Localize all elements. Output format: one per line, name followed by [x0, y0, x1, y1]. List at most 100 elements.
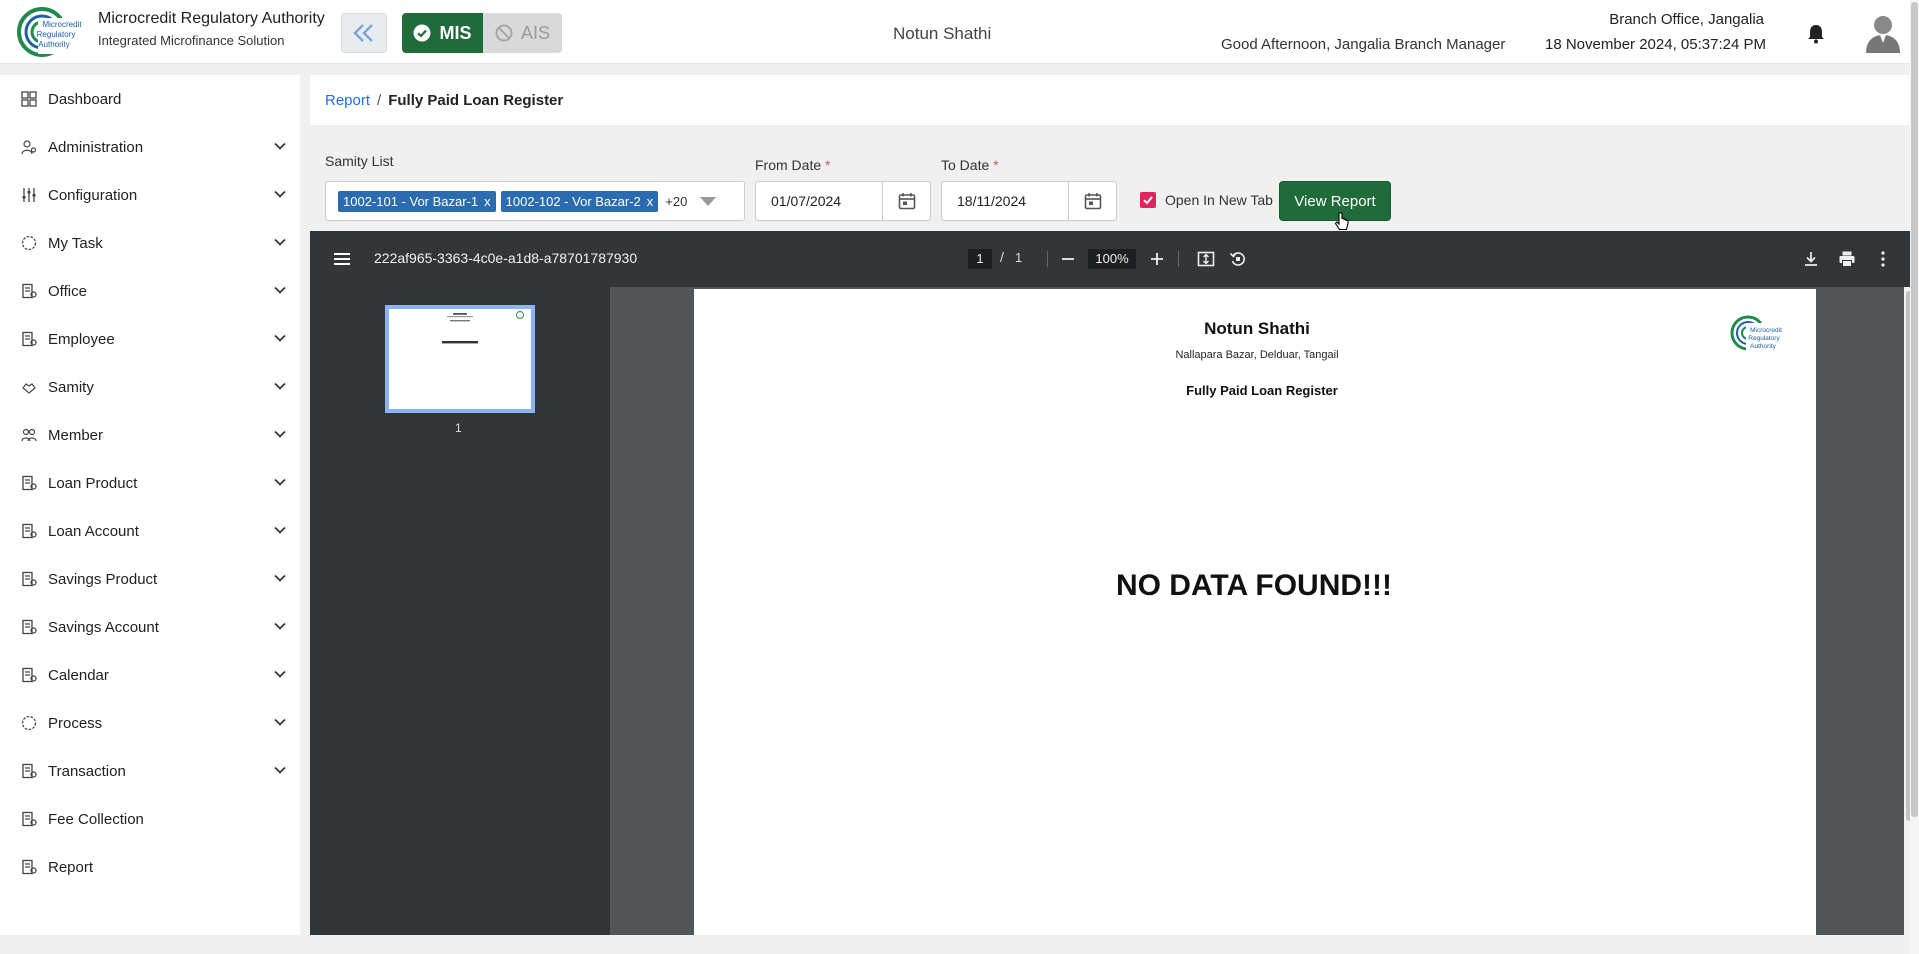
- sidebar-item-label: Calendar: [48, 666, 109, 684]
- dashboard-icon: [20, 90, 38, 108]
- to-date-value[interactable]: 18/11/2024: [942, 193, 1068, 209]
- required-mark: *: [993, 157, 999, 173]
- document-organization: Notun Shathi: [1204, 319, 1310, 338]
- chip-remove-icon[interactable]: x: [647, 194, 654, 209]
- from-date-value[interactable]: 01/07/2024: [756, 193, 882, 209]
- zoom-out-button[interactable]: [1057, 248, 1079, 270]
- fit-page-button[interactable]: [1195, 248, 1217, 270]
- page-scrollbar-thumb[interactable]: [1911, 2, 1918, 817]
- chevron-down-icon[interactable]: [274, 382, 286, 390]
- chevron-down-icon[interactable]: [274, 670, 286, 678]
- svg-text:Regulatory: Regulatory: [37, 30, 76, 39]
- sidebar-item-savings-product[interactable]: Savings Product: [0, 555, 300, 603]
- report-icon: [20, 858, 38, 876]
- chevron-down-icon[interactable]: [274, 478, 286, 486]
- sidebar-item-label: Samity: [48, 378, 94, 396]
- chevron-down-icon[interactable]: [274, 142, 286, 150]
- sidebar-item-label: Fee Collection: [48, 810, 144, 828]
- sidebar-item-office[interactable]: Office: [0, 267, 300, 315]
- rotate-icon: [1229, 252, 1245, 266]
- sidebar-item-label: Office: [48, 282, 87, 300]
- chevron-down-icon[interactable]: [274, 190, 286, 198]
- download-button[interactable]: [1800, 248, 1822, 270]
- chevron-down-icon[interactable]: [274, 334, 286, 342]
- chevron-down-icon[interactable]: [274, 526, 286, 534]
- open-in-new-tab-checkbox[interactable]: [1140, 192, 1156, 208]
- sidebar-item-employee[interactable]: Employee: [0, 315, 300, 363]
- from-date-field[interactable]: 01/07/2024: [755, 181, 931, 221]
- zoom-in-button[interactable]: [1146, 248, 1168, 270]
- chevron-down-icon[interactable]: [274, 238, 286, 246]
- loan-product-icon: [20, 474, 38, 492]
- sidebar-item-member[interactable]: Member: [0, 411, 300, 459]
- sidebar-item-configuration[interactable]: Configuration: [0, 171, 300, 219]
- sidebar-item-report[interactable]: Report: [0, 843, 300, 891]
- menu-icon[interactable]: [332, 249, 352, 269]
- sidebar-item-calendar[interactable]: Calendar: [0, 651, 300, 699]
- page-separator: /: [1000, 249, 1004, 265]
- open-in-new-tab-option[interactable]: Open In New Tab: [1140, 192, 1273, 208]
- pdf-file-name: 222af965-3363-4c0e-a1d8-a78701787930: [374, 250, 638, 266]
- calendar-icon: [1084, 193, 1101, 210]
- mis-toggle-button[interactable]: MIS: [402, 13, 483, 53]
- ais-toggle-button[interactable]: AIS: [483, 13, 562, 53]
- from-date-label: From Date *: [755, 157, 830, 173]
- page-scrollbar[interactable]: [1910, 0, 1919, 954]
- to-date-label: To Date *: [941, 157, 999, 173]
- sidebar-item-dashboard[interactable]: Dashboard: [0, 75, 300, 123]
- sidebar-item-label: Member: [48, 426, 104, 444]
- configuration-icon: [20, 186, 38, 204]
- page-number-input[interactable]: 1: [968, 249, 992, 269]
- brand-subtitle: Integrated Microfinance Solution: [98, 33, 285, 48]
- download-icon: [1805, 252, 1817, 266]
- sidebar-item-administration[interactable]: Administration: [0, 123, 300, 171]
- sidebar-item-fee-collection[interactable]: Fee Collection: [0, 795, 300, 843]
- chevron-down-icon[interactable]: [274, 766, 286, 774]
- dropdown-caret-icon[interactable]: [700, 196, 717, 206]
- collapse-sidebar-button[interactable]: [341, 13, 387, 53]
- print-button[interactable]: [1836, 248, 1858, 270]
- samity-multiselect[interactable]: 1002-101 - Vor Bazar-1 x 1002-102 - Vor Ba…: [325, 181, 745, 221]
- to-date-label-text: To Date: [941, 157, 990, 173]
- pdf-toolbar: 222af965-3363-4c0e-a1d8-a78701787930 1 /…: [310, 231, 1914, 287]
- to-date-calendar-button[interactable]: [1068, 182, 1116, 220]
- breadcrumb-report-link[interactable]: Report: [325, 92, 370, 109]
- chevron-down-icon[interactable]: [274, 574, 286, 582]
- top-header: Microcredit Regulatory Authority Microcr…: [0, 0, 1919, 64]
- sidebar-item-loan-account[interactable]: Loan Account: [0, 507, 300, 555]
- samity-chip: 1002-101 - Vor Bazar-1 x: [338, 190, 496, 212]
- samity-more-count: +20: [665, 193, 688, 209]
- to-date-field[interactable]: 18/11/2024: [941, 181, 1117, 221]
- svg-text:Microcredit: Microcredit: [42, 20, 82, 29]
- sidebar-item-loan-product[interactable]: Loan Product: [0, 459, 300, 507]
- more-options-button[interactable]: [1872, 248, 1894, 270]
- user-avatar-icon[interactable]: [1864, 13, 1902, 53]
- page-thumbnail[interactable]: [385, 305, 535, 413]
- sidebar-item-savings-account[interactable]: Savings Account: [0, 603, 300, 651]
- sidebar-item-my-task[interactable]: My Task: [0, 219, 300, 267]
- chevron-down-icon[interactable]: [274, 286, 286, 294]
- branch-office: Branch Office, Jangalia: [1609, 11, 1764, 28]
- minus-icon: [1062, 258, 1074, 260]
- document-mra-logo: Microcredit Regulatory Authority: [1730, 315, 1790, 353]
- rotate-button[interactable]: [1227, 248, 1249, 270]
- chip-remove-icon[interactable]: x: [484, 194, 491, 209]
- notification-bell-icon[interactable]: [1807, 24, 1825, 44]
- chevron-down-icon[interactable]: [274, 718, 286, 726]
- sidebar-item-label: Employee: [48, 330, 115, 348]
- sidebar-item-label: My Task: [48, 234, 103, 252]
- ban-icon: [495, 24, 513, 42]
- chevron-down-icon[interactable]: [274, 622, 286, 630]
- from-date-calendar-button[interactable]: [882, 182, 930, 220]
- total-pages: 1: [1015, 250, 1023, 265]
- samity-chip: 1002-102 - Vor Bazar-2 x: [500, 190, 659, 212]
- chevron-down-icon[interactable]: [274, 430, 286, 438]
- sidebar-item-transaction[interactable]: Transaction: [0, 747, 300, 795]
- sidebar-item-process[interactable]: Process: [0, 699, 300, 747]
- transaction-icon: [20, 762, 38, 780]
- document-report-title: Fully Paid Loan Register: [1186, 383, 1338, 398]
- zoom-level-input[interactable]: 100%: [1088, 249, 1136, 269]
- sidebar-item-samity[interactable]: Samity: [0, 363, 300, 411]
- employee-icon: [20, 330, 38, 348]
- ais-label: AIS: [520, 22, 550, 43]
